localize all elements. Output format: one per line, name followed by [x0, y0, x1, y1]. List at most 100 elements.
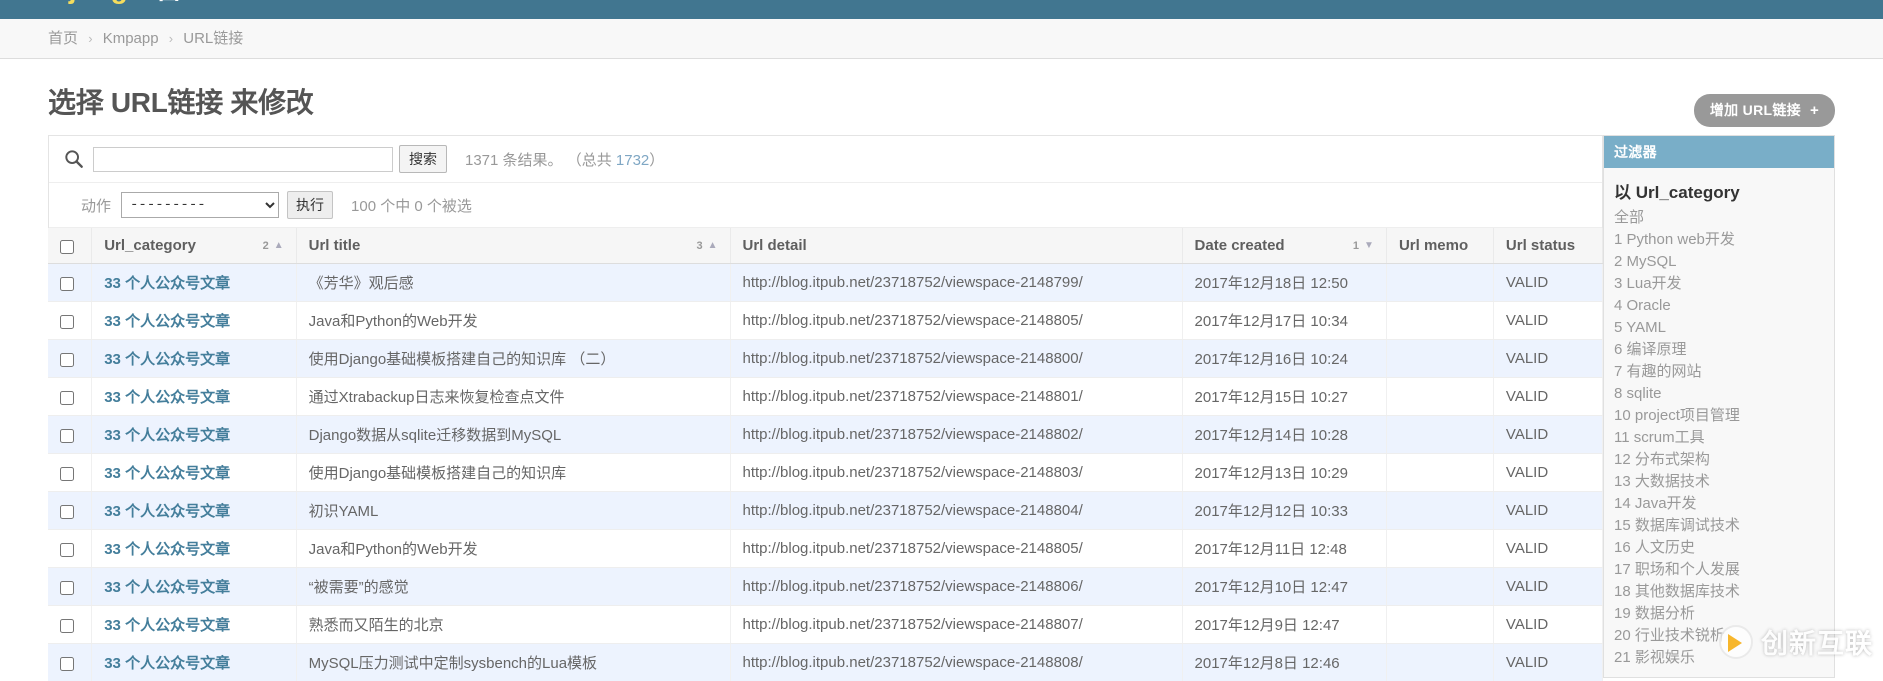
row-select-checkbox[interactable]	[60, 390, 74, 405]
table-row: 33 个人公众号文章 Django数据从sqlite迁移数据到MySQL http:…	[48, 415, 1604, 454]
row-select-checkbox[interactable]	[60, 428, 74, 443]
row-select-checkbox[interactable]	[60, 656, 74, 671]
cell-url-category: 33 个人公众号文章	[91, 491, 297, 530]
filter-option-link[interactable]: 20 行业技术锐析	[1614, 626, 1824, 646]
total-count-link[interactable]: 1732	[616, 152, 649, 169]
filter-option-link[interactable]: 10 project项目管理	[1614, 406, 1824, 426]
cell-url-status: VALID	[1493, 643, 1604, 681]
cell-url-category: 33 个人公众号文章	[91, 301, 297, 340]
filter-list-item: 17 职场和个人发展	[1604, 559, 1834, 581]
sort-indicator[interactable]: 2 ▲	[263, 240, 284, 252]
column-label: Url detail	[742, 237, 807, 254]
cell-date-created: 2017年12月15日 10:27	[1182, 377, 1387, 416]
action-select[interactable]: ---------	[121, 192, 280, 218]
filter-list-item: 16 人文历史	[1604, 537, 1834, 559]
url-category-link[interactable]: 33 个人公众号文章	[104, 617, 230, 634]
cell-date-created: 2017年12月9日 12:47	[1182, 605, 1387, 644]
sort-ascending-icon: ▲	[707, 239, 718, 251]
filter-option-link[interactable]: 12 分布式架构	[1614, 450, 1824, 470]
cell-url-title: “被需要”的感觉	[296, 567, 731, 606]
url-category-link[interactable]: 33 个人公众号文章	[104, 655, 230, 672]
filter-list-item: 21 影视娱乐	[1604, 647, 1834, 669]
filter-option-link[interactable]: 6 编译原理	[1614, 340, 1824, 360]
total-prefix: （总共	[566, 151, 612, 169]
search-submit-button[interactable]: 搜索	[399, 145, 447, 173]
column-header-url-status[interactable]: Url status	[1493, 228, 1604, 264]
row-select-cell	[48, 263, 93, 302]
site-name: Django	[48, 0, 146, 4]
filter-list-item: 14 Java开发	[1604, 493, 1834, 515]
row-select-cell	[48, 453, 93, 492]
filter-option-link[interactable]: 3 Lua开发	[1614, 274, 1824, 294]
filter-option-link[interactable]: 15 数据库调试技术	[1614, 516, 1824, 536]
table-row: 33 个人公众号文章 熟悉而又陌生的北京 http://blog.itpub.net…	[48, 605, 1604, 644]
changelist-toolbar: 搜索 1371 条结果。 （总共 1732） 动作 --------- 执行 1…	[48, 135, 1603, 228]
action-go-button[interactable]: 执行	[287, 191, 334, 219]
column-header-url-category[interactable]: Url_category 2 ▲	[91, 228, 297, 264]
row-select-cell	[48, 491, 93, 530]
cell-url-memo	[1386, 415, 1494, 454]
url-category-link[interactable]: 33 个人公众号文章	[104, 579, 230, 596]
breadcrumb-separator: ›	[168, 31, 174, 46]
url-category-link[interactable]: 33 个人公众号文章	[104, 541, 230, 558]
url-category-link[interactable]: 33 个人公众号文章	[104, 313, 230, 330]
filter-option-link[interactable]: 8 sqlite	[1614, 384, 1824, 404]
sort-indicator[interactable]: 3 ▲	[696, 240, 717, 252]
total-suffix: ）	[649, 151, 665, 169]
row-select-checkbox[interactable]	[60, 618, 74, 633]
search-input[interactable]	[93, 146, 393, 172]
row-select-checkbox[interactable]	[60, 276, 74, 291]
row-select-checkbox[interactable]	[60, 580, 74, 595]
filter-option-link[interactable]: 1 Python web开发	[1614, 230, 1824, 250]
filter-option-link[interactable]: 13 大数据技术	[1614, 472, 1824, 492]
cell-url-status: VALID	[1493, 567, 1604, 606]
filter-option-link[interactable]: 4 Oracle	[1614, 296, 1824, 316]
table-row: 33 个人公众号文章 《芳华》观后感 http://blog.itpub.net/2…	[48, 263, 1604, 302]
cell-url-memo	[1386, 567, 1494, 606]
table-row: 33 个人公众号文章 初识YAML http://blog.itpub.net/23…	[48, 491, 1604, 530]
filter-option-link[interactable]: 18 其他数据库技术	[1614, 582, 1824, 602]
filter-option-link[interactable]: 14 Java开发	[1614, 494, 1824, 514]
url-category-link[interactable]: 33 个人公众号文章	[104, 275, 230, 292]
row-select-checkbox[interactable]	[60, 504, 74, 519]
filter-option-link[interactable]: 17 职场和个人发展	[1614, 560, 1824, 580]
filter-option-link[interactable]: 7 有趣的网站	[1614, 362, 1824, 382]
filter-header: 过滤器	[1604, 136, 1834, 168]
cell-url-detail: http://blog.itpub.net/23718752/viewspace…	[730, 643, 1183, 681]
column-header-url-title[interactable]: Url title 3 ▲	[296, 228, 731, 264]
column-label: Url_category	[104, 237, 196, 254]
url-category-link[interactable]: 33 个人公众号文章	[104, 427, 230, 444]
cell-url-status: VALID	[1493, 301, 1604, 340]
filter-option-link[interactable]: 19 数据分析	[1614, 604, 1824, 624]
row-select-cell	[48, 567, 93, 606]
table-row: 33 个人公众号文章 使用Django基础模板搭建自己的知识库 http://blo…	[48, 453, 1604, 492]
select-all-checkbox[interactable]	[60, 239, 74, 254]
filter-option-link[interactable]: 5 YAML	[1614, 318, 1824, 338]
cell-url-status: VALID	[1493, 491, 1604, 530]
column-header-date-created[interactable]: Date created 1 ▼	[1182, 228, 1387, 264]
url-category-link[interactable]: 33 个人公众号文章	[104, 465, 230, 482]
filter-option-link[interactable]: 11 scrum工具	[1614, 428, 1824, 448]
breadcrumb-app[interactable]: Kmpapp	[103, 30, 159, 47]
add-url-link-button[interactable]: 增加 URL链接 +	[1693, 94, 1835, 127]
filter-option-link[interactable]: 21 影视娱乐	[1614, 648, 1824, 668]
row-select-checkbox[interactable]	[60, 542, 74, 557]
filter-option-link[interactable]: 16 人文历史	[1614, 538, 1824, 558]
url-category-link[interactable]: 33 个人公众号文章	[104, 389, 230, 406]
row-select-checkbox[interactable]	[60, 352, 74, 367]
cell-url-category: 33 个人公众号文章	[91, 377, 297, 416]
url-category-link[interactable]: 33 个人公众号文章	[104, 351, 230, 368]
row-select-checkbox[interactable]	[60, 314, 74, 329]
column-header-url-detail[interactable]: Url detail	[730, 228, 1183, 264]
row-select-checkbox[interactable]	[60, 466, 74, 481]
filter-list-item: 19 数据分析	[1604, 603, 1834, 625]
cell-url-category: 33 个人公众号文章	[91, 453, 297, 492]
filter-option-link[interactable]: 2 MySQL	[1614, 252, 1824, 272]
column-header-url-memo[interactable]: Url memo	[1386, 228, 1494, 264]
result-count: 1371 条结果。 （总共 1732）	[465, 149, 664, 170]
url-category-link[interactable]: 33 个人公众号文章	[104, 503, 230, 520]
filter-option-link[interactable]: 全部	[1614, 208, 1824, 228]
filter-list-item: 7 有趣的网站	[1604, 361, 1834, 383]
sort-indicator[interactable]: 1 ▼	[1353, 240, 1374, 252]
breadcrumb-home[interactable]: 首页	[48, 30, 78, 47]
